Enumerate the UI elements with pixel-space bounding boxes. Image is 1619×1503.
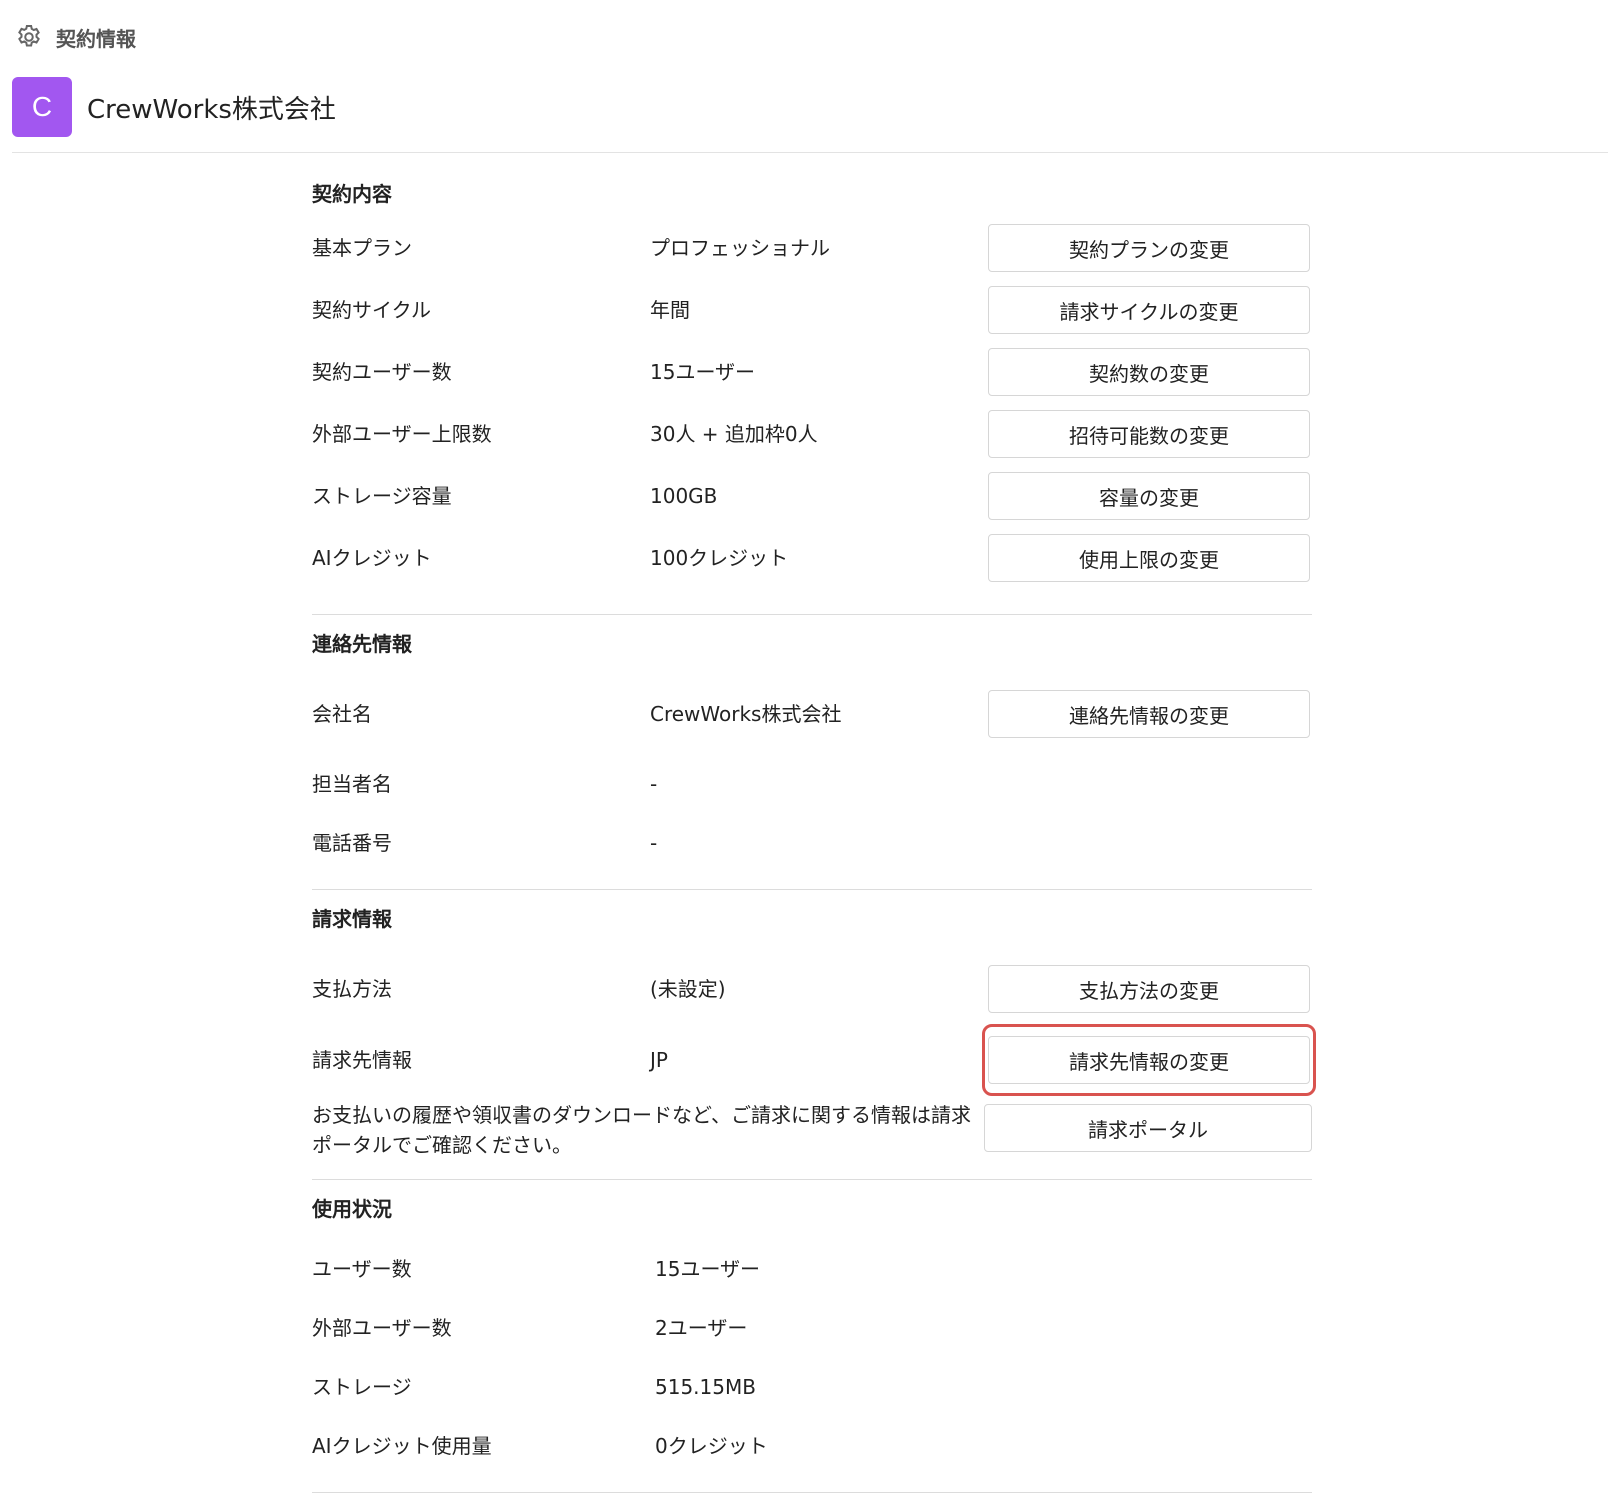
value-contact-person: - [650,772,658,796]
label-phone-number: 電話番号 [312,831,392,855]
section-divider [312,1492,1312,1493]
section-title-contact: 連絡先情報 [312,632,412,656]
value-external-user-limit: 30人 + 追加枠0人 [650,422,818,446]
page-title: 契約情報 [56,26,136,51]
value-billing-address: JP [650,1048,668,1072]
change-usage-limit-button[interactable]: 使用上限の変更 [988,534,1310,582]
page-header: 契約情報 [14,22,136,52]
header-divider [12,152,1608,153]
change-invite-limit-button[interactable]: 招待可能数の変更 [988,410,1310,458]
change-plan-button[interactable]: 契約プランの変更 [988,224,1310,272]
label-payment-method: 支払方法 [312,977,392,1001]
billing-portal-note: お支払いの履歴や領収書のダウンロードなど、ご請求に関する情報は請求ポータルでご確… [312,1103,971,1157]
organization-header: C CrewWorks株式会社 [12,77,336,137]
label-company-name: 会社名 [312,702,372,726]
label-storage-usage: ストレージ [312,1375,412,1399]
section-divider [312,614,1312,615]
value-user-count: 15ユーザー [655,1257,761,1281]
value-phone-number: - [650,831,658,855]
label-contract-users: 契約ユーザー数 [312,360,452,384]
section-title-billing: 請求情報 [312,907,392,931]
gear-icon [18,25,40,47]
section-title-contract: 契約内容 [312,182,392,206]
value-payment-method: (未設定) [650,977,726,1001]
change-user-count-button[interactable]: 契約数の変更 [988,348,1310,396]
value-base-plan: プロフェッショナル [650,236,830,260]
label-user-count: ユーザー数 [312,1257,412,1281]
label-base-plan: 基本プラン [312,236,412,260]
section-divider [312,889,1312,890]
billing-portal-button[interactable]: 請求ポータル [984,1104,1312,1152]
label-contract-cycle: 契約サイクル [312,298,431,322]
change-payment-method-button[interactable]: 支払方法の変更 [988,965,1310,1013]
change-billing-cycle-button[interactable]: 請求サイクルの変更 [988,286,1310,334]
section-divider [312,1179,1312,1180]
label-ai-credit: AIクレジット [312,546,432,570]
label-external-user-limit: 外部ユーザー上限数 [312,422,492,446]
label-billing-address: 請求先情報 [312,1048,412,1072]
label-contact-person: 担当者名 [312,772,392,796]
organization-name: CrewWorks株式会社 [87,94,336,125]
change-capacity-button[interactable]: 容量の変更 [988,472,1310,520]
change-contact-info-button[interactable]: 連絡先情報の変更 [988,690,1310,738]
value-storage-capacity: 100GB [650,484,718,508]
section-title-usage: 使用状況 [312,1197,392,1221]
label-ai-credit-usage: AIクレジット使用量 [312,1434,492,1458]
value-ai-credit-usage: 0クレジット [655,1434,768,1458]
value-storage-usage: 515.15MB [655,1375,756,1399]
label-storage-capacity: ストレージ容量 [312,484,452,508]
value-external-user-count: 2ユーザー [655,1316,748,1340]
value-contract-users: 15ユーザー [650,360,756,384]
change-billing-info-button[interactable]: 請求先情報の変更 [988,1036,1310,1084]
avatar: C [12,77,72,137]
value-contract-cycle: 年間 [650,298,690,322]
label-external-user-count: 外部ユーザー数 [312,1316,452,1340]
value-ai-credit: 100クレジット [650,546,789,570]
value-company-name: CrewWorks株式会社 [650,702,842,726]
